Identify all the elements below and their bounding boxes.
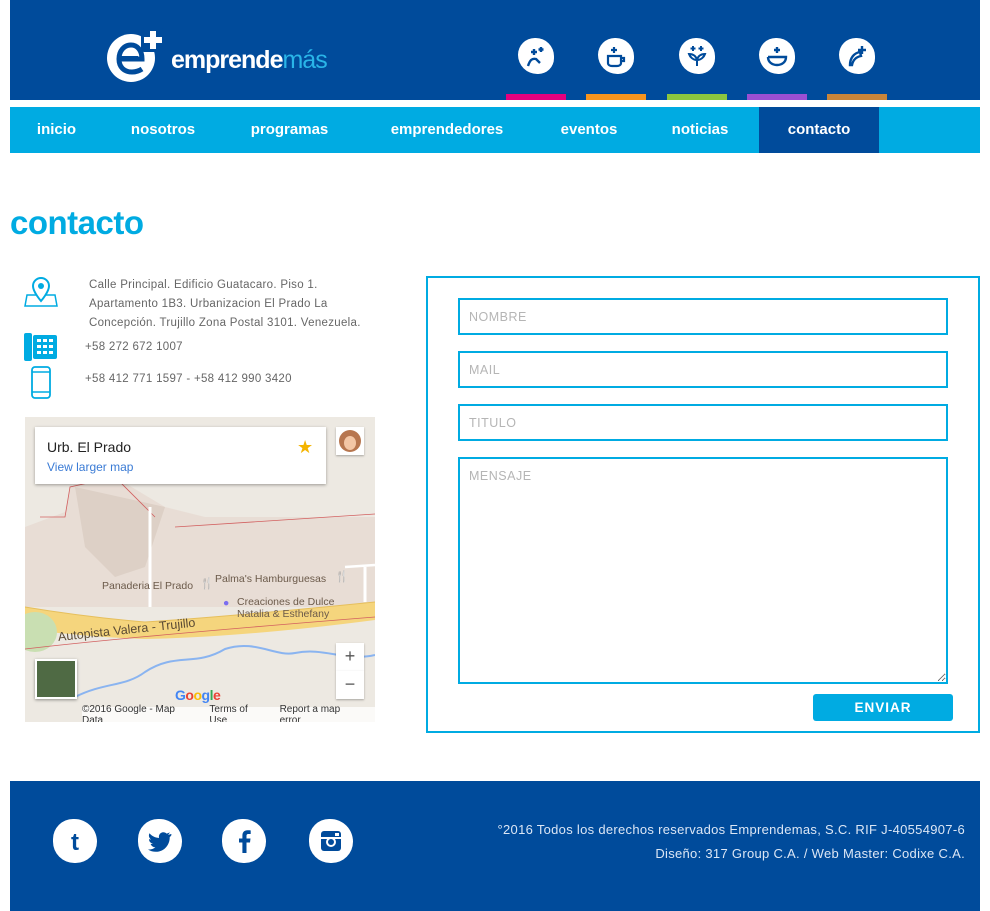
nav-item-programas[interactable]: programas	[223, 107, 356, 153]
map-zoom-in-button[interactable]: +	[336, 643, 364, 671]
nav-item-nosotros[interactable]: nosotros	[103, 107, 223, 153]
mobile-icon	[31, 366, 51, 399]
google-map[interactable]: Urb. El Prado View larger map ★ Panaderi…	[25, 417, 375, 722]
map-poi-palmas[interactable]: Palma's Hamburguesas	[215, 573, 326, 585]
map-poi-creaciones[interactable]: Creaciones de Dulce Natalia & Esthefany	[237, 596, 334, 620]
nav-item-inicio[interactable]: inicio	[10, 107, 103, 153]
nav-item-eventos[interactable]: eventos	[538, 107, 640, 153]
plant-plus-icon	[687, 46, 707, 66]
program-link-5[interactable]	[827, 0, 887, 100]
nav-item-contacto[interactable]: contacto	[759, 107, 879, 153]
mail-input[interactable]	[458, 351, 948, 388]
google-logo: Google	[175, 687, 221, 703]
contact-form: ENVIAR	[426, 276, 980, 733]
page-title: contacto	[10, 204, 144, 241]
restaurant-icon: 🍴	[200, 578, 214, 590]
map-poi-creaciones-line1: Creaciones de Dulce	[237, 596, 335, 608]
map-report-link[interactable]: Report a map error	[280, 704, 363, 723]
map-place-name: Urb. El Prado	[47, 439, 132, 455]
facebook-link[interactable]	[222, 819, 266, 863]
main-nav: inicio nosotros programas emprendedores …	[10, 107, 980, 153]
logo-mark-icon	[105, 26, 165, 84]
star-icon[interactable]: ★	[297, 437, 313, 458]
program-link-2[interactable]	[586, 0, 646, 100]
site-logo[interactable]: emprendemás	[105, 26, 328, 84]
map-satellite-toggle[interactable]	[35, 659, 77, 699]
view-larger-map-link[interactable]: View larger map	[47, 460, 133, 474]
map-zoom-out-button[interactable]: −	[336, 671, 364, 699]
map-user-avatar[interactable]	[336, 427, 364, 455]
footer-credits: Diseño: 317 Group C.A. / Web Master: Cod…	[655, 846, 965, 861]
phone-icon	[24, 333, 57, 361]
send-button[interactable]: ENVIAR	[813, 694, 953, 721]
logo-wordmark: emprendemás	[171, 45, 328, 74]
restaurant-icon: 🍴	[335, 571, 349, 583]
name-input[interactable]	[458, 298, 948, 335]
title-input[interactable]	[458, 404, 948, 441]
contact-phone: +58 272 672 1007	[85, 341, 183, 353]
instagram-icon	[321, 831, 341, 851]
bowl-plus-icon	[766, 47, 788, 67]
program-icons	[506, 0, 896, 100]
map-pin-icon	[24, 277, 58, 307]
message-textarea[interactable]	[458, 457, 948, 684]
site-header: emprendemás	[10, 0, 980, 100]
map-poi-panaderia[interactable]: Panaderia El Prado	[102, 580, 193, 592]
svg-text:t: t	[71, 829, 79, 856]
instagram-link[interactable]	[309, 819, 353, 863]
contact-address: Calle Principal. Edificio Guatacaro. Pis…	[89, 279, 361, 329]
contact-mobile: +58 412 771 1597 - +58 412 990 3420	[85, 373, 292, 385]
map-place-card: Urb. El Prado View larger map ★	[35, 427, 326, 484]
map-copyright: ©2016 Google - Map Data	[82, 703, 175, 723]
nav-item-emprendedores[interactable]: emprendedores	[356, 107, 538, 153]
map-attribution-bar: ©2016 Google - Map Data Terms of Use Rep…	[82, 703, 375, 723]
map-terms-link[interactable]: Terms of Use	[209, 704, 267, 723]
twitter-icon	[148, 832, 172, 852]
site-footer: t °2016 Todos los derechos reservados Em…	[10, 781, 980, 911]
hand-plus-icon	[526, 47, 544, 67]
map-poi-creaciones-line2: Natalia & Esthefany	[237, 608, 330, 620]
shop-icon: ●	[223, 597, 230, 609]
facebook-icon	[239, 830, 251, 853]
tumblr-link[interactable]: t	[53, 819, 97, 863]
footer-copyright: °2016 Todos los derechos reservados Empr…	[497, 822, 965, 837]
twitter-link[interactable]	[138, 819, 182, 863]
program-link-4[interactable]	[747, 0, 807, 100]
tumblr-icon: t	[71, 829, 79, 856]
cup-plus-icon	[606, 47, 626, 68]
nav-item-noticias[interactable]: noticias	[640, 107, 760, 153]
program-link-3[interactable]	[667, 0, 727, 100]
program-link-1[interactable]	[506, 0, 566, 100]
rocket-plus-icon	[848, 46, 866, 67]
